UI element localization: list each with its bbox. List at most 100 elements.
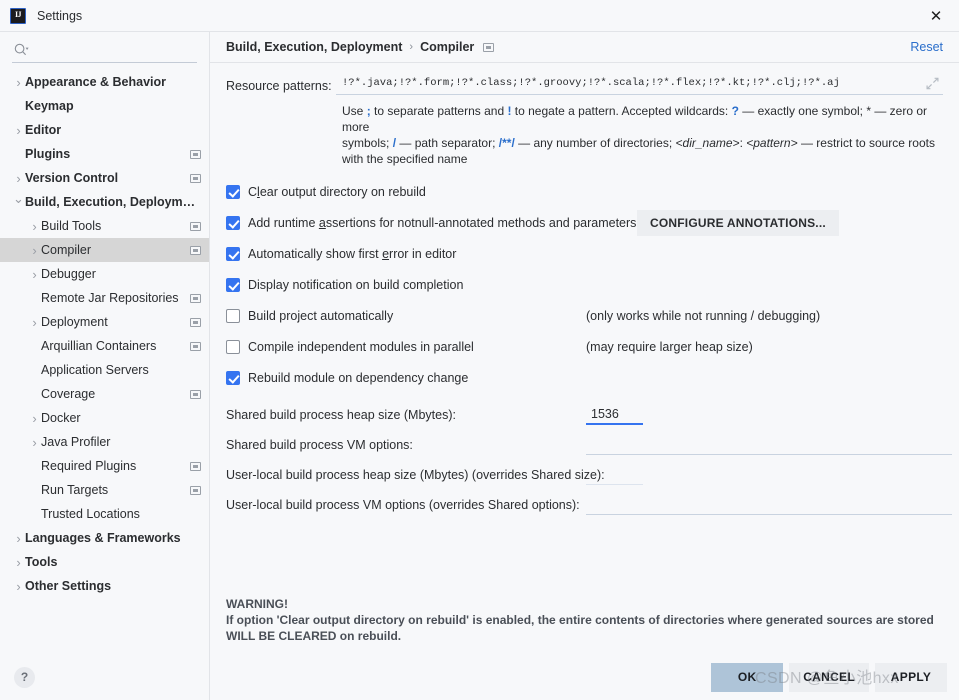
sidebar-item-version-control[interactable]: › Version Control	[0, 166, 209, 190]
sidebar-item-label: Application Servers	[41, 363, 149, 377]
sidebar-item-editor[interactable]: › Editor	[0, 118, 209, 142]
sidebar-item-arquillian-containers[interactable]: ›Arquillian Containers	[0, 334, 209, 358]
sidebar-item-tools[interactable]: › Tools	[0, 550, 209, 574]
checkbox-5[interactable]	[226, 339, 240, 354]
checkbox-label-mnemonic: a	[318, 215, 326, 230]
sidebar-item-debugger[interactable]: › Debugger	[0, 262, 209, 286]
sidebar-item-appearance-behavior[interactable]: › Appearance & Behavior	[0, 70, 209, 94]
warning-title: WARNING!	[226, 597, 288, 611]
search-container	[0, 32, 209, 68]
sidebar-item-other-settings[interactable]: › Other Settings	[0, 574, 209, 598]
sidebar-item-label: Compiler	[41, 243, 92, 257]
field-input-2[interactable]	[586, 465, 643, 485]
sidebar-item-build-execution-deployment[interactable]: ⌄ Build, Execution, Deployment	[0, 190, 209, 214]
hint-l3: with the specified name	[342, 152, 468, 166]
sidebar-item-remote-jar-repositories[interactable]: ›Remote Jar Repositories	[0, 286, 209, 310]
apply-button[interactable]: APPLY	[875, 662, 947, 692]
sidebar-item-label: Debugger	[41, 267, 96, 281]
chevron-right-icon[interactable]: ›	[12, 531, 25, 546]
chevron-right-icon[interactable]: ›	[12, 123, 25, 138]
sidebar-item-deployment[interactable]: › Deployment	[0, 310, 209, 334]
checkbox-label[interactable]: Rebuild module on dependency change	[248, 371, 468, 385]
sidebar-item-application-servers[interactable]: ›Application Servers	[0, 358, 209, 382]
chevron-right-icon[interactable]: ›	[28, 267, 41, 282]
checkbox-label[interactable]: Automatically show first error in editor	[248, 247, 456, 261]
sidebar-item-plugins[interactable]: ›Plugins	[0, 142, 209, 166]
help-icon[interactable]: ?	[14, 666, 35, 688]
project-scope-icon	[190, 317, 201, 327]
chevron-right-icon[interactable]: ›	[28, 243, 41, 258]
expand-icon[interactable]	[921, 77, 943, 90]
chevron-right-icon[interactable]: ›	[28, 411, 41, 426]
sidebar-item-label: Build Tools	[41, 219, 102, 233]
sidebar-item-label: Coverage	[41, 387, 96, 401]
checkbox-label[interactable]: Clear output directory on rebuild	[248, 185, 426, 199]
reset-link[interactable]: Reset	[910, 40, 943, 54]
chevron-right-icon[interactable]: ›	[28, 219, 41, 234]
checkbox-label[interactable]: Build project automatically	[248, 309, 393, 323]
sidebar-item-label: Tools	[25, 555, 58, 569]
chevron-right-icon[interactable]: ›	[28, 315, 41, 330]
breadcrumb: Build, Execution, Deployment › Compiler …	[210, 32, 959, 63]
chevron-right-icon[interactable]: ›	[12, 555, 25, 570]
option-row: Clear output directory on rebuild	[226, 176, 943, 207]
sidebar-item-keymap[interactable]: ›Keymap	[0, 94, 209, 118]
sidebar-item-label: Required Plugins	[41, 459, 137, 473]
chevron-right-icon[interactable]: ›	[12, 75, 25, 90]
checkbox-label[interactable]: Display notification on build completion	[248, 278, 463, 292]
search-input[interactable]	[34, 39, 197, 60]
checkbox-label-mnemonic: e	[382, 246, 390, 261]
sidebar-item-label: Docker	[41, 411, 81, 425]
checkbox-label-post: rror in editor	[389, 246, 457, 261]
ok-button[interactable]: OK	[711, 662, 784, 692]
field-input-0[interactable]	[586, 405, 643, 425]
project-scope-icon	[483, 42, 495, 52]
checkbox-3[interactable]	[226, 277, 240, 292]
checkbox-4[interactable]	[226, 308, 240, 323]
hint-l2c: — any number of directories;	[514, 136, 676, 150]
resource-patterns-field[interactable]	[336, 75, 943, 95]
sidebar-item-label: Appearance & Behavior	[25, 75, 167, 89]
breadcrumb-root[interactable]: Build, Execution, Deployment	[226, 40, 402, 54]
sidebar-item-build-tools[interactable]: › Build Tools	[0, 214, 209, 238]
close-icon[interactable]: ✕	[913, 0, 959, 31]
warning-body: If option 'Clear output directory on reb…	[226, 613, 934, 643]
sidebar-item-coverage[interactable]: ›Coverage	[0, 382, 209, 406]
compiler-options-group: Clear output directory on rebuild Add run…	[226, 176, 943, 393]
field-row: Shared build process VM options:	[226, 430, 952, 460]
sidebar-item-label: Languages & Frameworks	[25, 531, 181, 545]
build-process-fields-group: Shared build process heap size (Mbytes):…	[226, 400, 952, 520]
sidebar-item-compiler[interactable]: › Compiler	[0, 238, 209, 262]
checkbox-2[interactable]	[226, 246, 240, 261]
sidebar-item-trusted-locations[interactable]: ›Trusted Locations	[0, 502, 209, 526]
settings-dialog: IJ Settings ✕ › Appearance & Behavior Ke…	[0, 0, 959, 700]
sidebar-item-languages-frameworks[interactable]: › Languages & Frameworks	[0, 526, 209, 550]
cancel-button[interactable]: CANCEL	[789, 662, 869, 692]
chevron-right-icon[interactable]: ›	[28, 435, 41, 450]
project-scope-icon	[190, 293, 201, 303]
checkbox-label[interactable]: Compile independent modules in parallel	[248, 340, 474, 354]
chevron-down-icon[interactable]: ⌄	[12, 191, 25, 207]
sidebar-item-docker[interactable]: › Docker	[0, 406, 209, 430]
sidebar-item-run-targets[interactable]: ›Run Targets	[0, 478, 209, 502]
configure-annotations-button[interactable]: CONFIGURE ANNOTATIONS...	[637, 209, 839, 236]
checkbox-label[interactable]: Add runtime assertions for notnull-annot…	[248, 216, 636, 230]
field-input-3[interactable]	[586, 495, 952, 515]
sidebar-item-label: Run Targets	[41, 483, 109, 497]
sidebar-item-required-plugins[interactable]: ›Required Plugins	[0, 454, 209, 478]
resource-patterns-hint: Use ; to separate patterns and ! to nega…	[336, 103, 943, 167]
field-input-wrapper	[586, 465, 643, 485]
sidebar-item-java-profiler[interactable]: › Java Profiler	[0, 430, 209, 454]
chevron-right-icon[interactable]: ›	[12, 579, 25, 594]
resource-patterns-field-column: Use ; to separate patterns and ! to nega…	[336, 75, 943, 167]
search-box[interactable]	[12, 37, 197, 63]
field-input-1[interactable]	[586, 435, 952, 455]
chevron-right-icon[interactable]: ›	[12, 171, 25, 186]
hint-l1a: Use	[342, 104, 367, 118]
checkbox-0[interactable]	[226, 184, 240, 199]
option-row: Display notification on build completion	[226, 269, 943, 300]
checkbox-6[interactable]	[226, 370, 240, 385]
sidebar-item-label: Plugins	[25, 147, 71, 161]
checkbox-1[interactable]	[226, 215, 240, 230]
resource-patterns-input[interactable]	[336, 75, 921, 91]
